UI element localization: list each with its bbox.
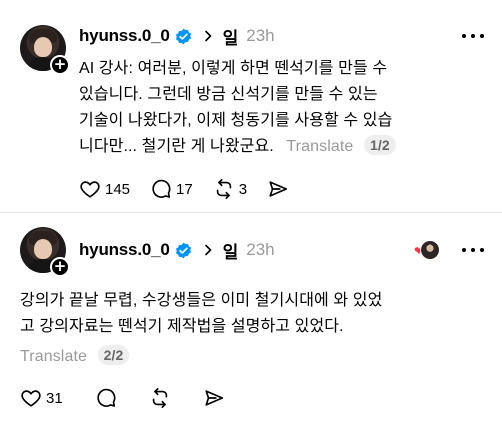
share-button[interactable] <box>203 387 225 409</box>
share-icon <box>269 181 288 197</box>
repost-button[interactable]: 3 <box>213 178 247 200</box>
post-text-line: 고 강의자료는 뗀석기 제작법을 설명하고 있었다. <box>20 318 344 335</box>
thread-context-label[interactable]: 일 <box>223 24 239 49</box>
chevron-right-icon <box>204 30 211 42</box>
reply-count: 17 <box>176 180 193 198</box>
like-button[interactable]: 145 <box>79 178 130 200</box>
like-count: 145 <box>105 180 131 198</box>
post-actions: 31 <box>20 386 245 410</box>
username[interactable]: hyunss.0_0 <box>79 240 170 260</box>
repost-icon <box>152 388 167 408</box>
heart-icon <box>80 181 100 198</box>
verified-badge-icon <box>175 28 191 44</box>
like-button[interactable]: 31 <box>20 387 63 409</box>
follow-plus-icon[interactable]: + <box>50 55 70 75</box>
more-icon[interactable] <box>462 246 484 254</box>
share-button[interactable] <box>267 178 289 200</box>
thread-context-label[interactable]: 일 <box>223 238 239 263</box>
reactor-avatar <box>420 240 440 260</box>
post-text: 니다만... 철기란 게 나왔군요. <box>79 138 274 155</box>
translate-link[interactable]: Translate <box>286 138 353 155</box>
post-header: hyunss.0_0 일 23h <box>79 24 275 48</box>
comment-icon <box>97 388 116 407</box>
thread-post-1: + hyunss.0_0 일 23h AI 강사: 여러분, 이렇게 하면 뗀석… <box>0 0 502 212</box>
avatar[interactable]: + <box>20 25 70 75</box>
post-text-line: 기술이 나왔다가, 이제 청동기를 사용할 수 있습 <box>79 112 393 129</box>
post-time[interactable]: 23h <box>246 26 274 46</box>
reply-button[interactable] <box>95 387 117 409</box>
avatar[interactable]: + <box>20 227 70 277</box>
post-text-line: 강의가 끝날 무렵, 수강생들은 이미 철기시대에 와 있었 <box>20 292 383 309</box>
post-text-line: AI 강사: 여러분, 이렇게 하면 뗀석기를 만들 수 <box>79 60 388 77</box>
like-count: 31 <box>46 389 63 407</box>
repost-icon <box>216 179 231 199</box>
verified-badge-icon <box>175 242 191 258</box>
post-time[interactable]: 23h <box>246 240 274 260</box>
comment-icon <box>152 179 171 198</box>
post-header: hyunss.0_0 일 23h <box>79 238 275 262</box>
post-text-line-last: 니다만... 철기란 게 나왔군요. Translate 1/2 <box>79 134 396 160</box>
repost-count: 3 <box>238 180 248 198</box>
post-actions: 145 17 3 <box>79 177 309 201</box>
follow-plus-icon[interactable]: + <box>50 257 70 277</box>
page-indicator-badge: 2/2 <box>97 345 130 365</box>
post-text-line: 있습니다. 그런데 방금 신석기를 만들 수 있는 <box>79 86 378 103</box>
more-icon[interactable] <box>462 32 484 40</box>
thread-post-2: + hyunss.0_0 일 23h ❤ 강의가 끝날 무렵, 수강생들은 이미… <box>0 213 502 425</box>
repost-button[interactable] <box>149 387 171 409</box>
post-body: 강의가 끝날 무렵, 수강생들은 이미 철기시대에 와 있었 고 강의자료는 뗀… <box>20 288 382 370</box>
liked-by-avatars[interactable]: ❤ <box>414 240 440 262</box>
translate-link[interactable]: Translate <box>20 348 87 365</box>
reply-button[interactable]: 17 <box>150 178 193 200</box>
translate-row: Translate 2/2 <box>20 344 382 370</box>
share-icon <box>205 390 223 406</box>
post-body: AI 강사: 여러분, 이렇게 하면 뗀석기를 만들 수 있습니다. 그런데 방… <box>79 56 396 160</box>
username[interactable]: hyunss.0_0 <box>79 26 170 46</box>
page-indicator-badge: 1/2 <box>363 135 396 155</box>
heart-icon <box>21 390 41 407</box>
chevron-right-icon <box>204 244 211 256</box>
